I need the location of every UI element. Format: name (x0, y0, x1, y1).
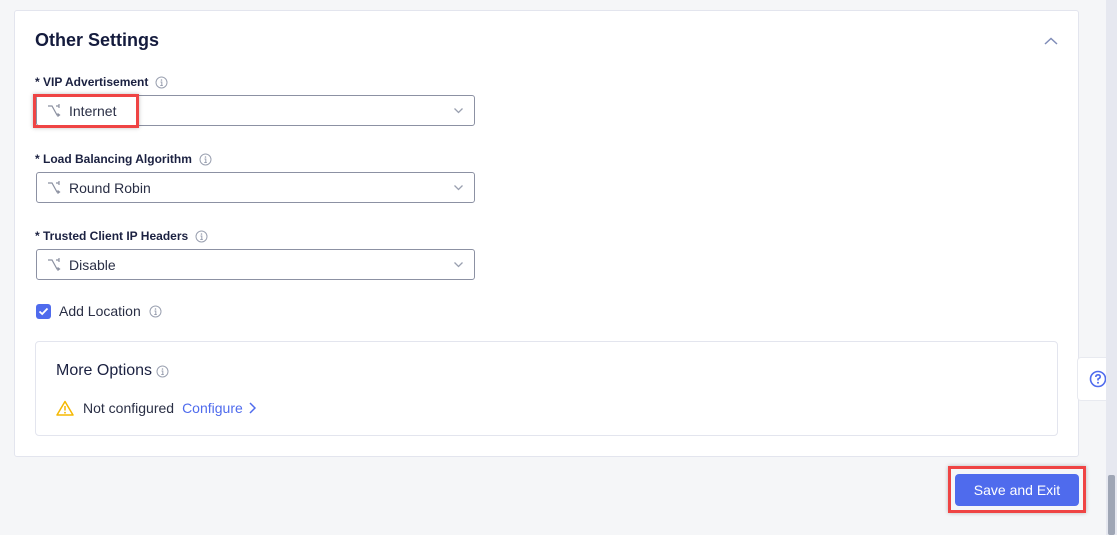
field-label-text: * Trusted Client IP Headers (35, 229, 189, 243)
configure-link[interactable]: Configure (182, 400, 256, 416)
page: Other Settings * VIP Advertisement Inter… (0, 0, 1117, 535)
more-options-title-text: More Options (56, 362, 153, 379)
scrollbar-thumb[interactable] (1108, 475, 1115, 535)
trusted-client-ip-headers-select[interactable]: Disable (36, 249, 475, 280)
info-icon[interactable] (155, 76, 168, 89)
select-value: Internet (69, 102, 117, 119)
help-circle-icon (1089, 370, 1107, 388)
route-icon (47, 257, 63, 273)
add-location-row: Add Location (36, 303, 162, 319)
trusted-client-ip-headers-label: * Trusted Client IP Headers (35, 229, 208, 243)
select-value: Disable (69, 256, 116, 273)
chevron-down-icon (453, 105, 464, 116)
chevron-down-icon (453, 182, 464, 193)
more-options-panel: More Options Not configured Configure (35, 341, 1058, 436)
vip-advertisement-select[interactable]: Internet (36, 95, 475, 126)
route-icon (47, 180, 63, 196)
load-balancing-algorithm-select[interactable]: Round Robin (36, 172, 475, 203)
info-icon[interactable] (156, 365, 169, 378)
save-and-exit-button[interactable]: Save and Exit (955, 474, 1079, 506)
chevron-right-icon (249, 402, 256, 414)
vip-advertisement-label: * VIP Advertisement (35, 75, 168, 89)
scrollbar-track[interactable] (1106, 0, 1117, 535)
info-icon[interactable] (199, 153, 212, 166)
warning-icon (56, 400, 74, 416)
info-icon[interactable] (149, 305, 162, 318)
more-options-status: Not configured Configure (56, 400, 256, 416)
collapse-button[interactable] (1041, 33, 1061, 49)
load-balancing-algorithm-label: * Load Balancing Algorithm (35, 152, 212, 166)
add-location-label: Add Location (59, 303, 141, 319)
field-label-text: * Load Balancing Algorithm (35, 152, 192, 166)
select-value: Round Robin (69, 179, 151, 196)
configure-link-text[interactable]: Configure (182, 400, 243, 416)
chevron-down-icon (453, 259, 464, 270)
route-icon (47, 103, 63, 119)
status-text: Not configured (83, 400, 175, 416)
section-title: Other Settings (35, 30, 160, 50)
field-label-text: * VIP Advertisement (35, 75, 149, 89)
info-icon[interactable] (195, 230, 208, 243)
other-settings-card: Other Settings * VIP Advertisement Inter… (14, 10, 1079, 457)
chevron-up-icon (1044, 37, 1058, 45)
more-options-title: More Options (56, 362, 169, 380)
add-location-checkbox[interactable] (36, 303, 51, 319)
